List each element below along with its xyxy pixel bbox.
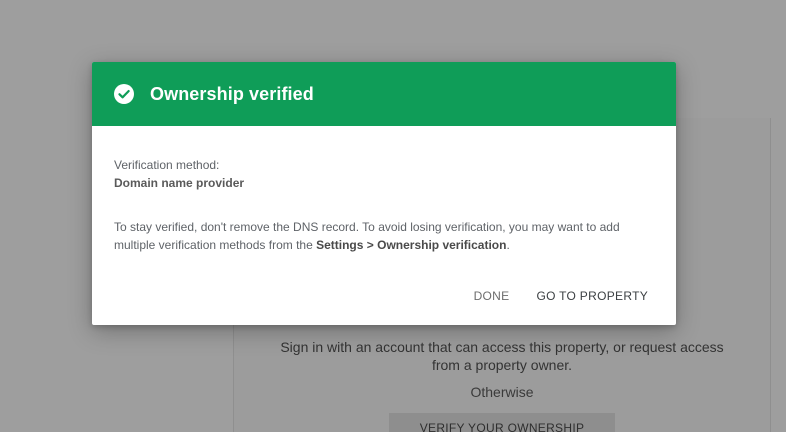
signin-message-line1: Sign in with an account that can access … bbox=[280, 339, 724, 355]
signin-message-line2: from a property owner. bbox=[431, 357, 573, 373]
done-button[interactable]: DONE bbox=[474, 289, 510, 303]
check-circle-icon bbox=[114, 84, 134, 104]
ownership-verified-dialog: Ownership verified Verification method: … bbox=[92, 62, 676, 325]
dialog-header: Ownership verified bbox=[92, 62, 676, 126]
go-to-property-button[interactable]: GO TO PROPERTY bbox=[536, 289, 648, 303]
info-text: To stay verified, don't remove the DNS r… bbox=[114, 218, 654, 254]
verification-method-label: Verification method: bbox=[114, 158, 220, 172]
verification-method-value: Domain name provider bbox=[114, 176, 245, 190]
settings-path: Settings > Ownership verification bbox=[316, 238, 507, 252]
otherwise-text: Otherwise bbox=[470, 384, 534, 400]
dialog-body: Verification method: Domain name provide… bbox=[92, 126, 676, 254]
info-text-suffix: . bbox=[506, 238, 510, 252]
dialog-actions: DONE GO TO PROPERTY bbox=[474, 289, 648, 303]
dialog-title: Ownership verified bbox=[150, 83, 314, 104]
verify-ownership-button: VERIFY YOUR OWNERSHIP bbox=[389, 413, 615, 432]
